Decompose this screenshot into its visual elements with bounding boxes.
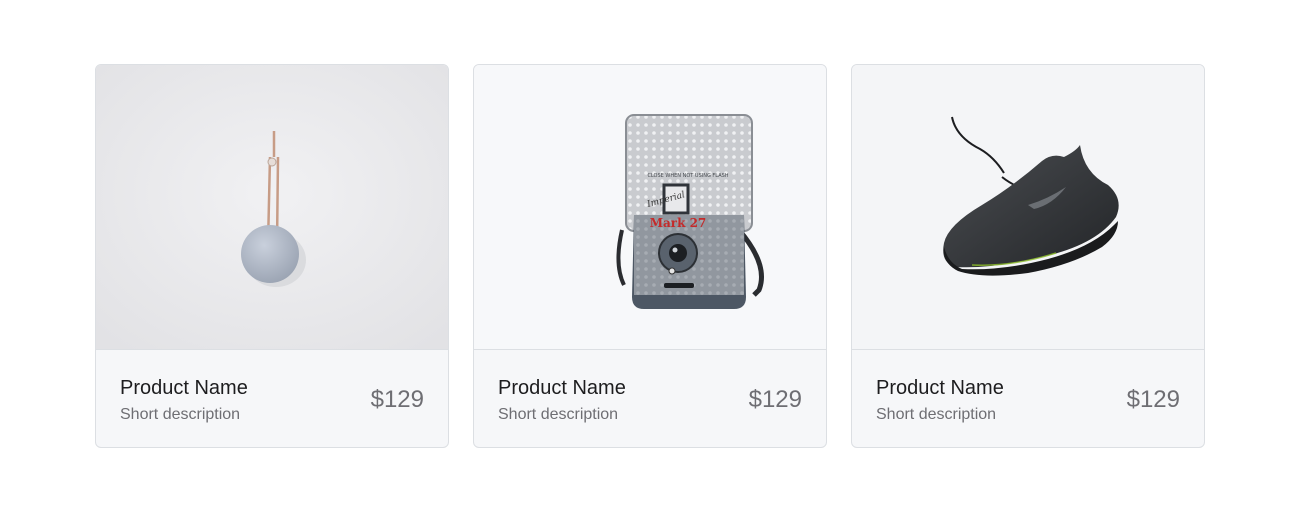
product-price: $129 [1126,385,1180,413]
product-name[interactable]: Product Name [498,376,626,400]
black-sneaker-image [852,65,1204,349]
product-text: Product Name Short description [498,376,626,424]
product-card[interactable]: Product Name Short description $129 [95,64,449,448]
product-info: Product Name Short description $129 [474,350,826,447]
product-price: $129 [748,385,802,413]
product-name[interactable]: Product Name [120,376,248,400]
product-info: Product Name Short description $129 [852,350,1204,447]
instant-camera-image: CLOSE WHEN NOT USING FLASH Imperial Mark… [474,65,826,349]
product-name[interactable]: Product Name [876,376,1004,400]
camera-warning-text: CLOSE WHEN NOT USING FLASH [647,173,728,179]
round-speaker-image [96,65,448,349]
product-description: Short description [498,405,619,423]
product-image [852,65,1204,350]
product-text: Product Name Short description [120,376,248,424]
product-price: $129 [370,385,424,413]
product-grid: Product Name Short description $129 CLOS… [95,64,1205,448]
product-image: CLOSE WHEN NOT USING FLASH Imperial Mark… [474,65,826,350]
product-text: Product Name Short description [876,376,1004,424]
product-card[interactable]: Product Name Short description $129 [851,64,1205,448]
product-description: Short description [876,405,997,423]
product-description: Short description [120,405,241,423]
product-card[interactable]: CLOSE WHEN NOT USING FLASH Imperial Mark… [473,64,827,448]
product-image [96,65,448,350]
product-info: Product Name Short description $129 [96,350,448,447]
camera-model-text: Mark 27 [650,216,707,230]
